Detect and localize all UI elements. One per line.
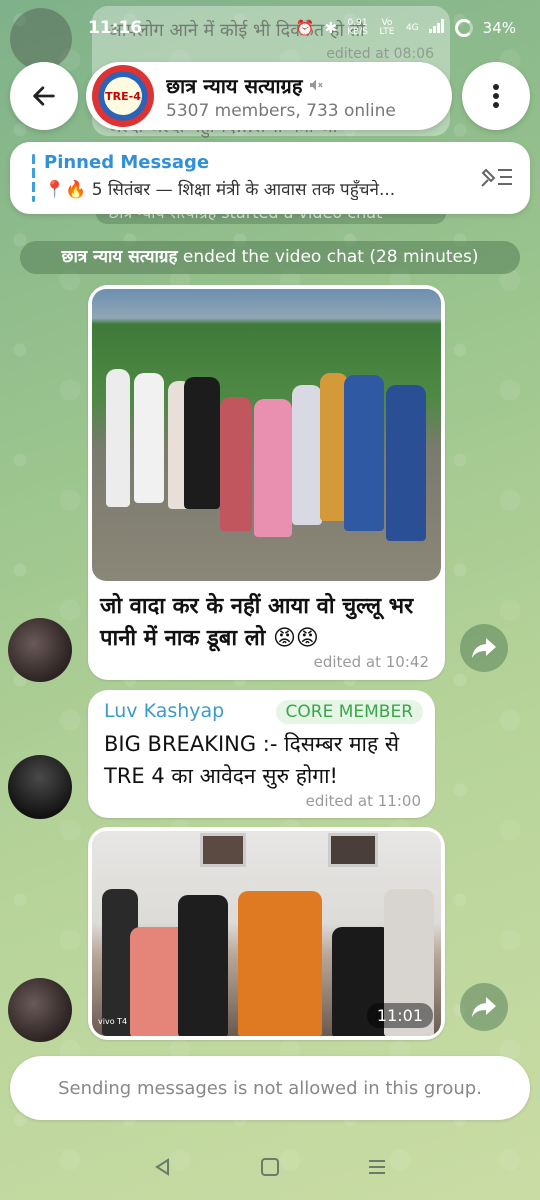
message-bubble[interactable]: जो वादा कर के नहीं आया वो चुल्लू भर पानी… [88, 285, 445, 680]
forward-button[interactable] [460, 624, 508, 672]
group-title: छात्र न्याय सत्याग्रह [166, 72, 396, 99]
photo-person [178, 895, 228, 1036]
more-options-button[interactable] [462, 62, 530, 130]
home-square-icon[interactable] [260, 1157, 280, 1177]
muted-icon [310, 79, 323, 91]
system-nav-bar [0, 1144, 540, 1190]
message-edited: edited at 11:00 [305, 792, 421, 810]
member-count: 5307 members, 733 online [166, 100, 396, 121]
sender-avatar[interactable] [8, 618, 72, 682]
signal-icon [428, 19, 445, 37]
service-group-name: छात्र न्याय सत्याग्रह [61, 247, 178, 267]
battery-icon [454, 19, 473, 37]
photo-frame [200, 833, 246, 867]
group-avatar[interactable]: TRE-4 [92, 65, 154, 127]
back-triangle-icon[interactable] [153, 1157, 173, 1177]
forward-icon [472, 638, 496, 658]
photo-person [184, 377, 220, 509]
volte-icon: Vo LTE [379, 18, 395, 37]
group-avatar-text: TRE-4 [104, 77, 142, 115]
photo-person [254, 399, 292, 537]
message-bubble[interactable]: Luv Kashyap CORE MEMBER BIG BREAKING :- … [88, 690, 435, 818]
pinned-message[interactable]: Pinned Message 📍🔥 5 सितंबर — शिक्षा मंत्… [10, 142, 530, 214]
sender-avatar[interactable] [8, 978, 72, 1042]
pin-list-icon [481, 168, 512, 187]
group-name: छात्र न्याय सत्याग्रह [166, 73, 303, 98]
sender-name[interactable]: Luv Kashyap [104, 700, 224, 722]
pinned-text: 📍🔥 5 सितंबर — शिक्षा मंत्री के आवास तक प… [44, 180, 396, 200]
message-time: 11:01 [366, 1003, 433, 1028]
message-text: BIG BREAKING :- दिसम्बर माह से TRE 4 का … [104, 732, 400, 788]
message-edited: edited at 10:42 [313, 653, 429, 671]
message-photo[interactable] [92, 289, 441, 581]
photo-person [134, 373, 164, 503]
more-vertical-icon [493, 84, 499, 108]
pinned-indicator [32, 154, 35, 202]
forward-button[interactable] [460, 983, 508, 1031]
alarm-icon: ⏰ [295, 19, 315, 37]
photo-person [220, 397, 252, 531]
recents-menu-icon[interactable] [367, 1157, 387, 1177]
input-disabled-notice: Sending messages is not allowed in this … [10, 1056, 530, 1120]
photo-person [238, 891, 322, 1036]
photo-frame [328, 833, 378, 867]
bluetooth-icon: ✱ [324, 19, 338, 37]
camera-watermark: vivo T4 [98, 1017, 128, 1026]
forward-icon [472, 997, 496, 1017]
arrow-left-icon [33, 86, 55, 106]
photo-person [344, 375, 384, 531]
message-text: जो वादा कर के नहीं आया वो चुल्लू भर पानी… [100, 594, 414, 651]
message-bubble[interactable]: vivo T4 11:01 [88, 827, 445, 1040]
photo-person [106, 369, 130, 507]
pinned-list-button[interactable] [478, 164, 514, 194]
back-button[interactable] [10, 62, 78, 130]
status-icons: ⏰ ✱ 0.91 KB/S Vo LTE 4G 34% [296, 19, 516, 37]
role-badge: CORE MEMBER [275, 700, 423, 724]
speed-unit: KB/S [347, 27, 368, 37]
sender-avatar[interactable] [8, 755, 72, 819]
header-text: छात्र न्याय सत्याग्रह 5307 members, 733 … [166, 72, 396, 121]
status-time: 11:16 [88, 18, 143, 38]
network-speed: 0.91 KB/S [347, 19, 368, 37]
battery-level: 34% [482, 19, 516, 37]
photo-person [386, 385, 426, 541]
service-message: छात्र न्याय सत्याग्रह ended the video ch… [20, 241, 520, 274]
status-bar: 11:16 ⏰ ✱ 0.91 KB/S Vo LTE 4G 34% [0, 0, 540, 56]
chat-header[interactable]: TRE-4 छात्र न्याय सत्याग्रह 5307 members… [86, 62, 452, 130]
pinned-title: Pinned Message [44, 152, 210, 173]
service-text: ended the video chat (28 minutes) [182, 247, 479, 267]
photo-person [292, 385, 322, 525]
network-4g-icon: 4G [405, 22, 419, 33]
